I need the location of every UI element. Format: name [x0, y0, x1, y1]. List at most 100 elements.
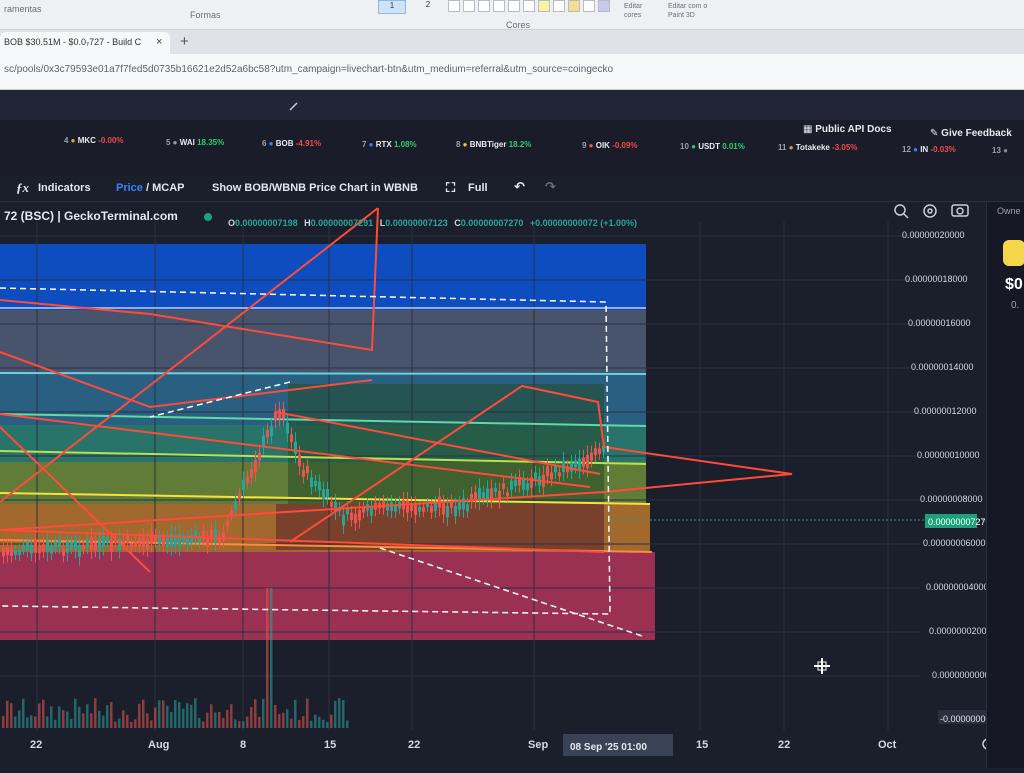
- ticker-rank: 7: [362, 140, 369, 149]
- ticker-item-wai[interactable]: 5 ● WAI 18.35%: [166, 138, 224, 147]
- candle-body: [142, 536, 145, 548]
- volume-bar: [206, 712, 209, 728]
- volume-bar: [158, 700, 161, 728]
- chart-toolbar: ƒx Indicators Price / MCAP Show BOB/WBNB…: [0, 176, 1024, 202]
- candle-body: [446, 506, 449, 518]
- candle-body: [582, 457, 585, 467]
- price-toggle[interactable]: Price: [116, 182, 143, 194]
- candle-body: [342, 514, 345, 526]
- candle-body: [330, 501, 333, 507]
- token-icon: ●: [172, 138, 180, 147]
- token-icon: ●: [70, 136, 78, 145]
- zoom-icon[interactable]: [894, 204, 909, 219]
- ticker-item-oik[interactable]: 9 ● OIK -0.09%: [582, 141, 638, 150]
- price-tick-label: 0.00000018000: [905, 274, 968, 284]
- color-swatch[interactable]: [463, 0, 475, 12]
- candle-body: [414, 504, 417, 515]
- price-axis[interactable]: 0.00000020000 0.00000018000 0.00000016000 0…: [902, 230, 995, 680]
- fullscreen-icon[interactable]: ⛶: [446, 180, 455, 196]
- fx-icon[interactable]: ƒx: [16, 180, 29, 196]
- ticker-item-mkc[interactable]: 4 ● MKC -0.00%: [64, 136, 124, 145]
- color-swatch[interactable]: [448, 0, 460, 12]
- address-bar[interactable]: sc/pools/0x3c79593e01a7f7fed5d0735b16621…: [0, 54, 1024, 90]
- price-tick-label: 0.00000016000: [908, 318, 971, 328]
- token-icon: ●: [1003, 146, 1008, 155]
- color-swatch[interactable]: [493, 0, 505, 12]
- volume-bar: [334, 701, 337, 728]
- volume-bar: [82, 713, 85, 728]
- candle-body: [406, 500, 409, 513]
- color-swatch[interactable]: [538, 0, 550, 12]
- color-swatch[interactable]: [508, 0, 520, 12]
- volume-bar: [258, 716, 261, 728]
- ticker-item-rtx[interactable]: 7 ● RTX 1.08%: [362, 140, 417, 149]
- time-tick-label: 15: [324, 739, 336, 751]
- color-swatch[interactable]: [598, 0, 610, 12]
- ticker-rank: 10: [680, 142, 692, 151]
- mcap-toggle[interactable]: / MCAP: [146, 182, 185, 194]
- color2-button[interactable]: 2: [414, 0, 442, 14]
- volume-bar: [102, 715, 105, 728]
- volume-bar: [126, 714, 129, 728]
- new-tab-button[interactable]: +: [180, 33, 189, 50]
- token-side-panel: Owne $0 0.: [986, 202, 1024, 768]
- time-axis[interactable]: 22 Aug 8 15 22 Sep 15 22 Oct: [30, 739, 897, 751]
- ticker-item-totakeke[interactable]: 11 ● Totakeke -3.05%: [778, 143, 857, 152]
- candle-body: [590, 452, 593, 461]
- edit-paint3d-button[interactable]: Editar com o Paint 3D: [668, 2, 712, 20]
- volume-bar: [278, 713, 281, 728]
- candle-body: [66, 541, 69, 553]
- color-swatch[interactable]: [478, 0, 490, 12]
- ticker-change: -3.05%: [832, 143, 858, 152]
- candle-body: [10, 548, 13, 557]
- give-feedback-link[interactable]: ✎ Give Feedback: [930, 128, 1012, 139]
- color-swatch[interactable]: [523, 0, 535, 12]
- color1-button[interactable]: 1: [378, 0, 406, 14]
- volume-bar: [318, 716, 321, 728]
- candle-body: [70, 541, 73, 548]
- time-tick-label: 8: [240, 739, 246, 751]
- candle-body: [586, 455, 589, 468]
- ticker-item-bnbtiger[interactable]: 8 ● BNBTiger 18.2%: [456, 140, 531, 149]
- color-swatch[interactable]: [568, 0, 580, 12]
- undo-icon[interactable]: ↶: [514, 179, 525, 195]
- browser-tabbar: BOB $30.51M - $0.0₇727 - Build C × +: [0, 30, 1024, 54]
- volume-bar: [38, 703, 41, 728]
- ticker-item-bob[interactable]: 6 ● BOB -4.91%: [262, 139, 321, 148]
- ticker-symbol: RTX: [375, 140, 394, 149]
- address-url[interactable]: sc/pools/0x3c79593e01a7f7fed5d0735b16621…: [4, 64, 613, 75]
- volume-bar: [6, 700, 9, 728]
- candle-body: [302, 469, 305, 477]
- price-chart[interactable]: 72 (BSC) | GeckoTerminal.com O0.00000007…: [0, 202, 1024, 768]
- volume-bar: [130, 721, 133, 728]
- redo-icon[interactable]: ↷: [545, 179, 556, 195]
- volume-bar: [50, 706, 53, 728]
- candle-body: [418, 506, 421, 512]
- ohlc-legend: O0.00000007198 H0.00000007291 L0.0000000…: [228, 218, 637, 228]
- price-tick-label: 0.00000004000: [926, 582, 986, 592]
- ticker-item-in[interactable]: 12 ● IN -0.03%: [902, 145, 956, 154]
- show-price-in-wbnb-button[interactable]: Show BOB/WBNB Price Chart in WBNB: [212, 182, 418, 194]
- volume-bar: [42, 699, 45, 728]
- indicators-button[interactable]: Indicators: [38, 182, 91, 194]
- candle-body: [222, 531, 225, 542]
- time-tick-label: Oct: [878, 739, 897, 751]
- ticker-item-usdt[interactable]: 10 ● USDT 0.01%: [680, 142, 745, 151]
- color-swatch[interactable]: [553, 0, 565, 12]
- candle-body: [506, 492, 509, 497]
- edit-colors-button[interactable]: Editar cores: [624, 2, 652, 20]
- camera-icon[interactable]: [951, 204, 969, 217]
- color-swatch[interactable]: [583, 0, 595, 12]
- live-status-dot: [204, 213, 212, 221]
- chart-canvas[interactable]: 72 (BSC) | GeckoTerminal.com O0.00000007…: [0, 202, 1006, 768]
- tab-close-icon[interactable]: ×: [156, 36, 162, 48]
- paint-ribbon: ramentas Formas 1 2 Cores Editar cores E…: [0, 0, 1024, 30]
- full-button[interactable]: Full: [468, 182, 488, 194]
- token-price: $0: [1005, 276, 1023, 293]
- volume-bar: [222, 718, 225, 728]
- browser-tab[interactable]: BOB $30.51M - $0.0₇727 - Build C: [0, 32, 170, 54]
- time-tick-label: Aug: [148, 739, 169, 751]
- settings-icon[interactable]: [923, 204, 937, 218]
- ticker-item-more[interactable]: 13 ●: [992, 146, 1008, 155]
- public-api-docs-link[interactable]: ▦ Public API Docs: [803, 124, 892, 135]
